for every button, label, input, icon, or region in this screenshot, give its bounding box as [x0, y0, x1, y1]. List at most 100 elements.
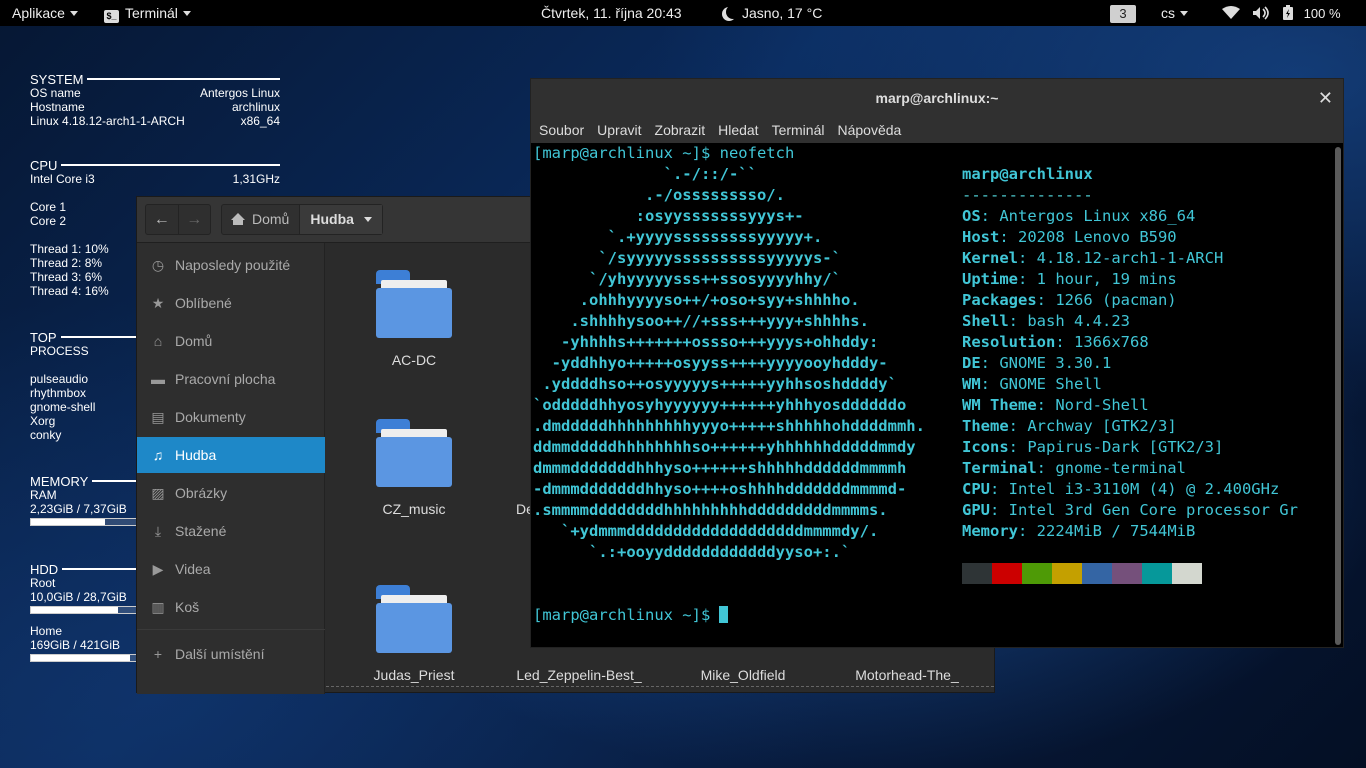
info-value: Nord-Shell — [1055, 396, 1149, 414]
logo-line: ddmmdddddhhhhhhhhso++++++yhhhhhhdddddmmd… — [533, 438, 916, 456]
logo-line: .smmmmddddddddhhhhhhhhhdddddddddmmmms. — [533, 501, 888, 519]
info-key: OS — [962, 207, 981, 225]
menu-file[interactable]: Soubor — [539, 117, 584, 143]
sidebar-item-documents[interactable]: ▤ Dokumenty — [137, 399, 325, 435]
keyboard-layout[interactable]: cs — [1161, 0, 1188, 26]
prompt-text: [marp@archlinux ~]$ — [533, 606, 711, 624]
sidebar-item-home[interactable]: ⌂ Domů — [137, 323, 325, 359]
terminal-window[interactable]: marp@archlinux:~ ✕ Soubor Upravit Zobraz… — [530, 78, 1344, 648]
folder-item[interactable]: Judas_Priest — [344, 585, 484, 684]
sidebar-item-label: Obrázky — [175, 485, 228, 501]
scrollbar[interactable] — [1335, 147, 1341, 645]
logo-line: `.-/::/-`` — [533, 165, 757, 183]
process-header: PROCESS — [30, 344, 89, 358]
logo-line: .ohhhyyyyso++/+oso+syy+shhhho. — [533, 291, 860, 309]
thread-label: Thread 4: 16% — [30, 284, 109, 298]
terminal-app-menu[interactable]: $_ Terminál — [104, 0, 191, 26]
info-value: Archway [GTK2/3] — [1027, 417, 1177, 435]
sidebar-item-desktop[interactable]: ▬ Pracovní plocha — [137, 361, 325, 397]
info-value: 4.18.12-arch1-1-ARCH — [1036, 249, 1224, 267]
places-sidebar: ◷ Naposledy použité ★ Oblíbené ⌂ Domů ▬ Prac… — [137, 243, 325, 694]
logo-line: `/syyyyyssssssssssyyyyys-` — [533, 249, 841, 267]
host-label: Hostname — [30, 100, 85, 114]
info-value: gnome-terminal — [1055, 459, 1186, 477]
sidebar-item-starred[interactable]: ★ Oblíbené — [137, 285, 325, 321]
battery-icon — [1282, 5, 1293, 20]
info-line: OS: Antergos Linux x86_64 — [962, 207, 1196, 225]
user-host: marp@archlinux — [962, 165, 1093, 183]
sidebar-item-recent[interactable]: ◷ Naposledy použité — [137, 247, 325, 283]
plus-icon: + — [153, 646, 163, 662]
process-name: rhythmbox — [30, 386, 87, 400]
prompt-line: [marp@archlinux ~]$ — [533, 605, 729, 626]
home-icon — [231, 213, 245, 225]
info-value: Intel i3-3110M (4) @ 2.400GHz — [1008, 480, 1280, 498]
menu-terminal[interactable]: Terminál — [772, 117, 825, 143]
logo-line: :osyysssssssyyys+- — [533, 207, 804, 225]
keyboard-label: cs — [1161, 5, 1175, 21]
sidebar-item-label: Oblíbené — [175, 295, 232, 311]
system-status[interactable]: 100 % — [1222, 0, 1341, 26]
applications-label: Aplikace — [12, 5, 65, 21]
divider — [61, 164, 280, 166]
process-name: conky — [30, 428, 62, 442]
logo-line: -yddhhyo+++++osyyss++++yyyyooyhdddy- — [533, 354, 888, 372]
sidebar-item-other-locations[interactable]: + Další umístění — [137, 636, 325, 672]
sidebar-item-downloads[interactable]: ⤓ Stažené — [137, 513, 325, 549]
info-key: Shell — [962, 312, 1009, 330]
weather-indicator[interactable]: Jasno, 17 °C — [720, 0, 822, 26]
sidebar-item-videos[interactable]: ▶ Videa — [137, 551, 325, 587]
info-key: Kernel — [962, 249, 1018, 267]
section-title: CPU — [30, 157, 58, 173]
info-value: 1366x768 — [1074, 333, 1149, 351]
image-icon: ▨ — [151, 485, 165, 501]
folder-item[interactable]: AC-DC — [344, 270, 484, 369]
menu-search[interactable]: Hledat — [718, 117, 758, 143]
process-name: gnome-shell — [30, 400, 96, 414]
document-icon: ▤ — [151, 409, 165, 425]
menu-view[interactable]: Zobrazit — [655, 117, 706, 143]
chevron-down-icon — [1180, 11, 1188, 16]
core-label: Core 2 — [30, 214, 67, 228]
info-key: CPU — [962, 480, 990, 498]
workspace-indicator[interactable]: 3 — [1110, 0, 1136, 26]
crumb-current[interactable]: Hudba — [299, 205, 382, 234]
color-swatch — [1112, 563, 1142, 584]
home-icon: ⌂ — [153, 333, 163, 349]
crumb-home[interactable]: Domů — [222, 205, 299, 234]
back-button[interactable]: ← — [146, 205, 178, 234]
logo-line: `+ydmmmdddddddddddddddddddmmmmdy/. — [533, 522, 879, 540]
sidebar-item-pictures[interactable]: ▨ Obrázky — [137, 475, 325, 511]
close-icon[interactable]: ✕ — [1318, 79, 1333, 117]
folder-item[interactable]: CZ_music — [344, 419, 484, 518]
info-line: DE: GNOME 3.30.1 — [962, 354, 1112, 372]
wifi-icon — [1222, 6, 1240, 19]
section-title: MEMORY — [30, 473, 89, 489]
applications-menu[interactable]: Aplikace — [12, 0, 78, 26]
clock[interactable]: Čtvrtek, 11. října 20:43 — [541, 0, 682, 26]
folder-icon — [376, 419, 452, 487]
sidebar-item-label: Hudba — [175, 447, 217, 463]
arch-value: x86_64 — [240, 114, 280, 128]
root-bar-fill — [31, 607, 118, 613]
logo-line: dmmmdddddddhhhyso++++++shhhhhddddddmmmmh — [533, 459, 907, 477]
logo-line: .dmdddddhhhhhhhhhyyyo+++++shhhhhohddddmm… — [533, 417, 925, 435]
terminal-output[interactable]: [marp@archlinux ~]$ neofetch `.-/::/-`` … — [531, 143, 1333, 649]
folder-name: Led_Zeppelin-Best_ — [516, 667, 642, 683]
breadcrumb: Domů Hudba — [221, 204, 383, 235]
info-value: 1 hour, 19 mins — [1036, 270, 1177, 288]
folder-name: Motorhead-The_ — [855, 667, 959, 683]
sidebar-item-music[interactable]: ♫ Hudba — [137, 437, 325, 473]
desktop-icon: ▬ — [151, 371, 165, 387]
forward-button[interactable]: → — [177, 205, 211, 234]
info-key: Uptime — [962, 270, 1018, 288]
terminal-titlebar[interactable]: marp@archlinux:~ ✕ — [531, 79, 1343, 117]
sidebar-item-trash[interactable]: ▥ Koš — [137, 589, 325, 625]
menu-edit[interactable]: Upravit — [597, 117, 641, 143]
info-value: 1266 (pacman) — [1055, 291, 1177, 309]
info-key: Icons — [962, 438, 1009, 456]
window-title: marp@archlinux:~ — [875, 90, 999, 106]
menu-help[interactable]: Nápověda — [837, 117, 901, 143]
info-line: Host: 20208 Lenovo B590 — [962, 228, 1177, 246]
section-title: TOP — [30, 329, 57, 345]
